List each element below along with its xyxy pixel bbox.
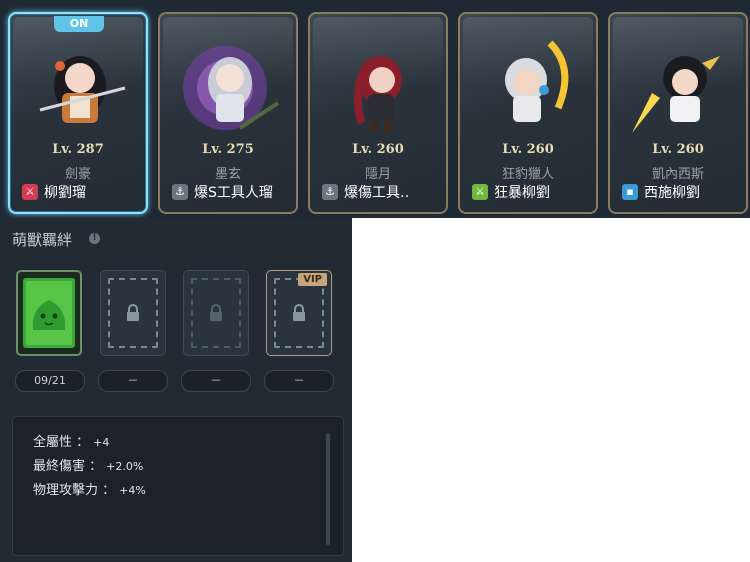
- stat-row: 全屬性 ： +4: [33, 431, 109, 450]
- character-name: 爆S工具人瑠: [194, 185, 273, 201]
- stat-label: 物理攻擊力 ：: [33, 483, 116, 498]
- character-name: 爆傷工具‥: [344, 185, 410, 201]
- character-avatar: [505, 40, 569, 122]
- stat-row: 物理攻擊力 ： +4%: [33, 479, 146, 498]
- character-card-4[interactable]: Lv. 260 狂豹獵人 ⚔ 狂暴柳劉: [458, 12, 598, 214]
- bond-panel: 萌獸羈絆 ! VIP 09/21 － － － 全屬性 ： +4 最終傷害 ： +…: [0, 218, 352, 562]
- on-badge: ON: [54, 16, 104, 32]
- stat-value: +2.0%: [106, 460, 144, 473]
- bond-slot-3[interactable]: [183, 270, 249, 356]
- character-job: 隱月: [364, 167, 391, 182]
- panel-title: 萌獸羈絆: [12, 231, 73, 249]
- stat-row: 最終傷害 ： +2.0%: [33, 455, 143, 474]
- character-avatar: [353, 56, 402, 132]
- character-name: 柳劉瑠: [44, 185, 86, 201]
- character-name: 狂暴柳劉: [494, 185, 550, 201]
- character-level: Lv. 275: [202, 142, 254, 157]
- character-avatar: [183, 46, 280, 130]
- slot-count: －: [98, 370, 168, 392]
- scrollbar[interactable]: [326, 433, 330, 545]
- bond-slot-1[interactable]: [16, 270, 82, 356]
- character-job: 劍豪: [64, 167, 91, 182]
- bond-slot-4[interactable]: VIP: [266, 270, 332, 356]
- character-job: 凱內西斯: [651, 167, 704, 182]
- character-card-1[interactable]: ON Lv. 287 劍豪 ⚔ 柳劉瑠: [8, 12, 148, 214]
- character-card-5[interactable]: Lv. 260 凱內西斯 ▪ 西施柳劉: [608, 12, 748, 214]
- stat-label: 全屬性 ：: [33, 435, 90, 450]
- character-level: Lv. 260: [502, 142, 554, 157]
- character-avatar: [39, 56, 126, 123]
- lock-icon: [293, 304, 305, 321]
- character-list: ON Lv. 287 劍豪 ⚔ 柳劉瑠 Lv. 275 墨玄 ⚓ 爆S工具人瑠 …: [0, 0, 750, 218]
- stats-box: 全屬性 ： +4 最終傷害 ： +2.0% 物理攻擊力 ： +4%: [12, 416, 344, 556]
- anchor-icon: ⚓: [322, 184, 338, 200]
- vip-tag: VIP: [298, 273, 327, 286]
- character-avatar: [632, 56, 720, 133]
- character-job: 狂豹獵人: [501, 167, 554, 182]
- lock-icon: [210, 304, 222, 321]
- stat-value: +4: [93, 436, 110, 449]
- slot-count: －: [181, 370, 251, 392]
- lock-icon: [127, 304, 139, 321]
- book-icon: ▪: [622, 184, 638, 200]
- character-level: Lv. 287: [52, 142, 104, 157]
- slot-count: 09/21: [15, 370, 85, 392]
- character-name: 西施柳劉: [644, 185, 700, 201]
- character-card-2[interactable]: Lv. 275 墨玄 ⚓ 爆S工具人瑠: [158, 12, 298, 214]
- bond-slot-2[interactable]: [100, 270, 166, 356]
- sword-icon: ⚔: [472, 184, 488, 200]
- slime-card-icon: [23, 278, 75, 348]
- stat-label: 最終傷害 ：: [33, 459, 103, 474]
- stat-value: +4%: [119, 484, 146, 497]
- info-icon[interactable]: !: [89, 233, 100, 244]
- slot-count: －: [264, 370, 334, 392]
- character-job: 墨玄: [214, 167, 241, 182]
- anchor-icon: ⚓: [172, 184, 188, 200]
- character-card-3[interactable]: Lv. 260 隱月 ⚓ 爆傷工具‥: [308, 12, 448, 214]
- character-level: Lv. 260: [652, 142, 704, 157]
- sword-icon: ⚔: [22, 184, 38, 200]
- character-level: Lv. 260: [352, 142, 404, 157]
